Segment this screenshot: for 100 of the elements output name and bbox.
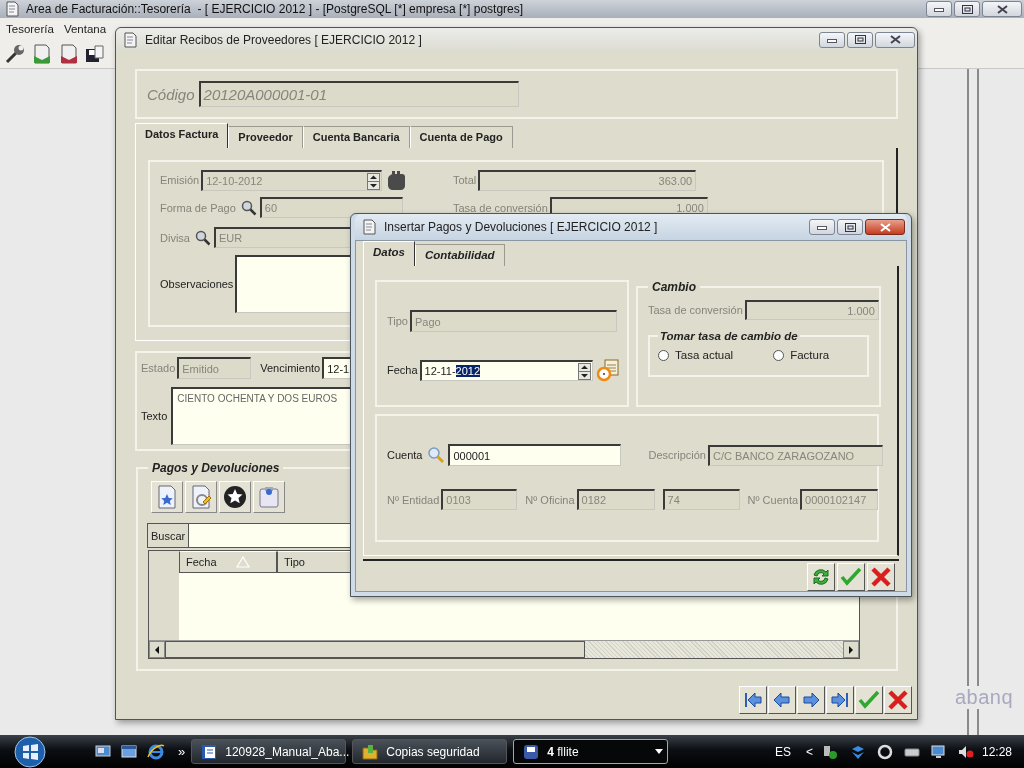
show-hidden-icons-button[interactable]: < <box>805 744 813 759</box>
field-label: Descripción <box>648 449 706 461</box>
next-button[interactable] <box>797 686 825 714</box>
first-button[interactable] <box>739 686 767 714</box>
tab[interactable]: Cuenta Bancaria <box>302 126 410 148</box>
field-label: Vencimiento <box>260 362 321 374</box>
clipboard-icon <box>257 485 281 509</box>
input-field[interactable]: 000001 <box>448 444 622 466</box>
close-button[interactable] <box>982 1 1022 17</box>
selected-text: 2012 <box>455 364 481 377</box>
document-icon <box>201 743 218 760</box>
horizontal-scrollbar[interactable] <box>149 640 859 658</box>
hand-icon <box>385 169 408 191</box>
previous-button[interactable] <box>768 686 796 714</box>
group-title: Cambio <box>651 280 697 294</box>
maximize-icon <box>961 4 973 14</box>
input-field[interactable]: 12-11-2012 <box>419 359 593 381</box>
refresh-icon <box>810 566 832 588</box>
field-label: Forma de Pago <box>160 201 236 214</box>
minimize-button[interactable] <box>819 31 845 48</box>
radio-button[interactable]: Factura <box>773 349 830 361</box>
group-title: Pagos y Devoluciones <box>151 461 281 475</box>
cancel-button[interactable] <box>867 563 895 591</box>
clock: 12:28 <box>981 744 1012 759</box>
field-label: Observaciones <box>160 278 234 290</box>
cancel-button[interactable] <box>884 686 912 714</box>
field-label: Fecha <box>387 364 418 376</box>
field-label: Nº Cuenta <box>747 493 799 506</box>
caret-icon <box>655 749 664 754</box>
close-icon <box>887 689 909 711</box>
delete-button[interactable] <box>219 481 251 513</box>
maximize-button[interactable] <box>954 1 980 17</box>
field-label: Texto <box>141 410 168 422</box>
tab[interactable]: Contabilidad <box>414 244 505 266</box>
close-icon <box>870 566 892 588</box>
window-title: Area de Facturación::Tesorería - [ EJERCICIO 2012 ] - [PostgreSQL [*] empresa [*] postgres] <box>26 2 525 16</box>
right-arrow-icon <box>848 645 854 654</box>
field-label: Emisión <box>160 174 200 186</box>
close-icon <box>879 222 891 232</box>
taskbar-button[interactable]: 120928_Manual_Aba... <box>191 739 347 764</box>
menu-item[interactable]: Tesorería <box>6 21 54 37</box>
document-pencil-icon <box>190 485 212 509</box>
taskbar-button[interactable]: 4 fllite <box>513 739 669 764</box>
view-button[interactable] <box>253 481 285 513</box>
taskbar-button[interactable]: Copias seguridad <box>352 739 508 764</box>
minimize-icon <box>817 224 827 230</box>
field-label: Divisa <box>160 231 190 244</box>
spin-buttons[interactable] <box>577 362 591 380</box>
last-button[interactable] <box>826 686 854 714</box>
tab[interactable]: Proveedor <box>228 126 303 148</box>
maximize-icon <box>844 222 856 232</box>
spin-buttons[interactable] <box>367 172 381 190</box>
menu-item[interactable]: Ventana <box>63 21 107 37</box>
close-button[interactable] <box>865 219 905 235</box>
radio-button[interactable]: Tasa actual <box>658 349 734 361</box>
tab[interactable]: Datos <box>363 241 415 266</box>
language-indicator[interactable]: ES <box>774 744 791 759</box>
minimize-button[interactable] <box>926 1 952 17</box>
save-icon[interactable] <box>84 43 106 65</box>
checkmark-icon <box>840 566 862 588</box>
checkmark-icon <box>858 689 880 711</box>
browser-icon[interactable] <box>147 742 165 761</box>
accept-button[interactable] <box>837 563 865 591</box>
field-label: Código <box>147 85 195 103</box>
sort-icon <box>235 556 250 568</box>
wrench-icon[interactable] <box>3 42 27 66</box>
search-icon <box>427 446 446 464</box>
new-button[interactable] <box>151 481 183 513</box>
folder-icon <box>362 743 379 760</box>
tab[interactable]: Cuenta de Pago <box>409 126 513 148</box>
column-header[interactable]: Fecha <box>179 551 277 573</box>
search-icon <box>240 199 257 216</box>
maximize-button[interactable] <box>837 219 863 235</box>
minimize-icon <box>934 6 944 12</box>
field-label: Cuenta <box>387 449 423 461</box>
minimize-icon <box>827 36 837 43</box>
more-button[interactable]: » <box>178 744 186 759</box>
search-icon <box>194 229 211 246</box>
group-title: Tomar tasa de cambio de <box>659 330 799 342</box>
desktop-icon[interactable] <box>95 743 111 760</box>
accept-button[interactable] <box>855 686 883 714</box>
maximize-icon <box>854 35 866 44</box>
document-icon <box>362 219 376 235</box>
close-button[interactable] <box>875 31 915 48</box>
field-label: Nº Oficina <box>525 493 575 506</box>
minimize-button[interactable] <box>809 219 835 235</box>
tab[interactable]: Datos Factura <box>135 123 229 148</box>
field-label: Tasa de conversión <box>648 304 743 316</box>
document-icon <box>123 31 137 48</box>
window-icon[interactable] <box>121 743 137 760</box>
field-label: Tasa de conversión <box>453 201 548 214</box>
monitor-icon <box>930 743 947 760</box>
left-arrow-icon <box>154 645 160 654</box>
box-icon <box>849 743 866 760</box>
close-icon <box>996 4 1008 14</box>
refresh-button[interactable] <box>807 563 835 591</box>
field-label: Total <box>453 174 477 186</box>
maximize-button[interactable] <box>847 31 873 48</box>
window-title: Editar Recibos de Proveedores [ EJERCICIO 2012 ] <box>145 32 423 47</box>
field-label: Tipo <box>387 315 408 327</box>
